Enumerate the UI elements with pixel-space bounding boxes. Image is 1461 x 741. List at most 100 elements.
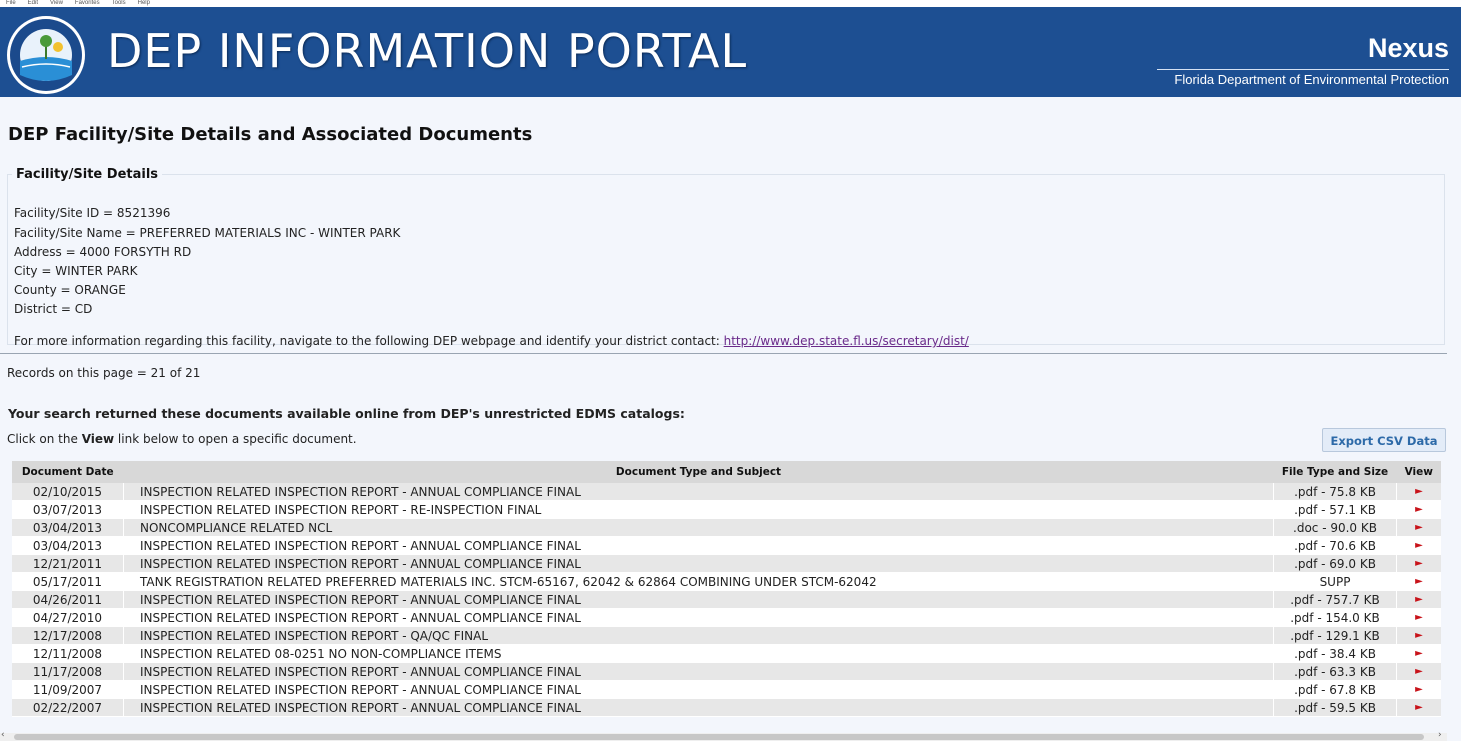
nexus-subtitle: Florida Department of Environmental Prot… — [1174, 72, 1449, 87]
document-date: 11/09/2007 — [12, 680, 124, 699]
document-date: 05/17/2011 — [12, 572, 124, 591]
document-date: 04/27/2010 — [12, 608, 124, 627]
document-subject: INSPECTION RELATED INSPECTION REPORT - A… — [123, 554, 1274, 573]
document-subject: INSPECTION RELATED 08-0251 NO NON-COMPLI… — [123, 644, 1274, 663]
document-subject: TANK REGISTRATION RELATED PREFERRED MATE… — [123, 572, 1274, 591]
document-file-size: .pdf - 59.5 KB — [1273, 698, 1397, 717]
document-date: 12/21/2011 — [12, 554, 124, 573]
facility-city: City = WINTER PARK — [14, 264, 138, 278]
document-file-size: .pdf - 38.4 KB — [1273, 644, 1397, 663]
menu-item-help[interactable]: Help — [138, 0, 150, 6]
click-suffix: link below to open a specific document. — [114, 432, 357, 446]
table-row: 11/09/2007 INSPECTION RELATED INSPECTION … — [12, 680, 1441, 699]
more-info-label: For more information regarding this faci… — [14, 334, 724, 348]
facility-id: Facility/Site ID = 8521396 — [14, 206, 171, 220]
document-date: 03/07/2013 — [12, 500, 124, 519]
menu-item-favorites[interactable]: Favorites — [75, 0, 100, 6]
facility-details-panel: Facility/Site Details Facility/Site ID =… — [7, 167, 1445, 348]
document-date: 02/22/2007 — [12, 698, 124, 717]
document-file-size: .pdf - 154.0 KB — [1273, 608, 1397, 627]
table-row: 02/22/2007 INSPECTION RELATED INSPECTION … — [12, 698, 1441, 717]
view-document-icon[interactable]: ► — [1396, 572, 1441, 591]
view-document-icon[interactable]: ► — [1396, 500, 1441, 519]
table-row: 11/17/2008 INSPECTION RELATED INSPECTION … — [12, 662, 1441, 681]
document-subject: INSPECTION RELATED INSPECTION REPORT - A… — [123, 698, 1274, 717]
district-contact-link[interactable]: http://www.dep.state.fl.us/secretary/dis… — [724, 334, 969, 348]
view-document-icon[interactable]: ► — [1396, 518, 1441, 537]
table-row: 12/11/2008 INSPECTION RELATED 08-0251 NO … — [12, 644, 1441, 663]
click-view-word: View — [81, 432, 115, 446]
view-document-icon[interactable]: ► — [1396, 536, 1441, 555]
table-row: 04/27/2010 INSPECTION RELATED INSPECTION … — [12, 608, 1441, 627]
document-subject: NONCOMPLIANCE RELATED NCL — [123, 518, 1274, 537]
document-date: 12/11/2008 — [12, 644, 124, 663]
document-file-size: .pdf - 75.8 KB — [1273, 483, 1397, 501]
scroll-right-arrow-icon[interactable]: › — [1438, 730, 1442, 740]
document-subject: INSPECTION RELATED INSPECTION REPORT - A… — [123, 536, 1274, 555]
table-row: 04/26/2011 INSPECTION RELATED INSPECTION … — [12, 590, 1441, 609]
table-row: 03/04/2013 INSPECTION RELATED INSPECTION … — [12, 536, 1441, 555]
click-prefix: Click on the — [7, 432, 82, 446]
document-date: 04/26/2011 — [12, 590, 124, 609]
table-row: 03/07/2013 INSPECTION RELATED INSPECTION … — [12, 500, 1441, 519]
view-document-icon[interactable]: ► — [1396, 590, 1441, 609]
header-document-subject[interactable]: Document Type and Subject — [123, 461, 1274, 483]
scrollbar-thumb[interactable] — [14, 734, 1424, 740]
view-document-icon[interactable]: ► — [1396, 680, 1441, 699]
view-document-icon[interactable]: ► — [1396, 483, 1441, 501]
menu-item-file[interactable]: File — [6, 0, 16, 6]
nexus-brand[interactable]: Nexus — [1368, 33, 1449, 64]
document-subject: INSPECTION RELATED INSPECTION REPORT - R… — [123, 500, 1274, 519]
document-file-size: .pdf - 67.8 KB — [1273, 680, 1397, 699]
document-subject: INSPECTION RELATED INSPECTION REPORT - A… — [123, 662, 1274, 681]
facility-details-legend: Facility/Site Details — [16, 167, 159, 182]
header-document-date[interactable]: Document Date — [12, 461, 124, 483]
page-title: DEP Facility/Site Details and Associated… — [8, 124, 533, 145]
document-subject: INSPECTION RELATED INSPECTION REPORT - A… — [123, 608, 1274, 627]
dep-seal-logo — [7, 16, 85, 94]
records-count: Records on this page = 21 of 21 — [7, 366, 201, 380]
click-instructions: Click on the View link below to open a s… — [7, 432, 357, 446]
export-csv-button[interactable]: Export CSV Data — [1322, 428, 1446, 452]
document-date: 02/10/2015 — [12, 483, 124, 501]
nexus-divider — [1157, 69, 1449, 70]
portal-title: DEP INFORMATION PORTAL — [107, 24, 748, 78]
document-file-size: .pdf - 69.0 KB — [1273, 554, 1397, 573]
section-divider — [0, 353, 1447, 354]
more-info-text: For more information regarding this faci… — [14, 334, 969, 348]
menu-item-view[interactable]: View — [50, 0, 63, 6]
table-row: 12/17/2008 INSPECTION RELATED INSPECTION … — [12, 626, 1441, 645]
document-file-size: .pdf - 70.6 KB — [1273, 536, 1397, 555]
document-date: 03/04/2013 — [12, 518, 124, 537]
header-view: View — [1396, 461, 1441, 483]
document-date: 11/17/2008 — [12, 662, 124, 681]
menubar: File Edit View Favorites Tools Help — [0, 0, 1461, 7]
document-file-size: .pdf - 129.1 KB — [1273, 626, 1397, 645]
table-header-row: Document Date Document Type and Subject … — [12, 461, 1441, 483]
facility-district: District = CD — [14, 302, 93, 316]
view-document-icon[interactable]: ► — [1396, 698, 1441, 717]
view-document-icon[interactable]: ► — [1396, 554, 1441, 573]
document-date: 03/04/2013 — [12, 536, 124, 555]
menu-item-edit[interactable]: Edit — [28, 0, 38, 6]
table-row: 05/17/2011 TANK REGISTRATION RELATED PREF… — [12, 572, 1441, 591]
documents-table: Document Date Document Type and Subject … — [12, 461, 1441, 717]
table-row: 02/10/2015 INSPECTION RELATED INSPECTION … — [12, 483, 1441, 501]
view-document-icon[interactable]: ► — [1396, 662, 1441, 681]
header-file-type-size[interactable]: File Type and Size — [1273, 461, 1397, 483]
facility-county: County = ORANGE — [14, 283, 126, 297]
document-file-size: .pdf - 57.1 KB — [1273, 500, 1397, 519]
view-document-icon[interactable]: ► — [1396, 608, 1441, 627]
document-subject: INSPECTION RELATED INSPECTION REPORT - Q… — [123, 626, 1274, 645]
scroll-left-arrow-icon[interactable]: ‹ — [1, 730, 5, 740]
document-file-size: .doc - 90.0 KB — [1273, 518, 1397, 537]
view-document-icon[interactable]: ► — [1396, 644, 1441, 663]
search-results-message: Your search returned these documents ava… — [8, 406, 685, 421]
menu-item-tools[interactable]: Tools — [112, 0, 126, 6]
view-document-icon[interactable]: ► — [1396, 626, 1441, 645]
document-subject: INSPECTION RELATED INSPECTION REPORT - A… — [123, 680, 1274, 699]
facility-name: Facility/Site Name = PREFERRED MATERIALS… — [14, 226, 401, 240]
document-file-size: .pdf - 63.3 KB — [1273, 662, 1397, 681]
header-banner: DEP INFORMATION PORTAL Nexus Florida Dep… — [0, 7, 1461, 97]
document-subject: INSPECTION RELATED INSPECTION REPORT - A… — [123, 483, 1274, 501]
